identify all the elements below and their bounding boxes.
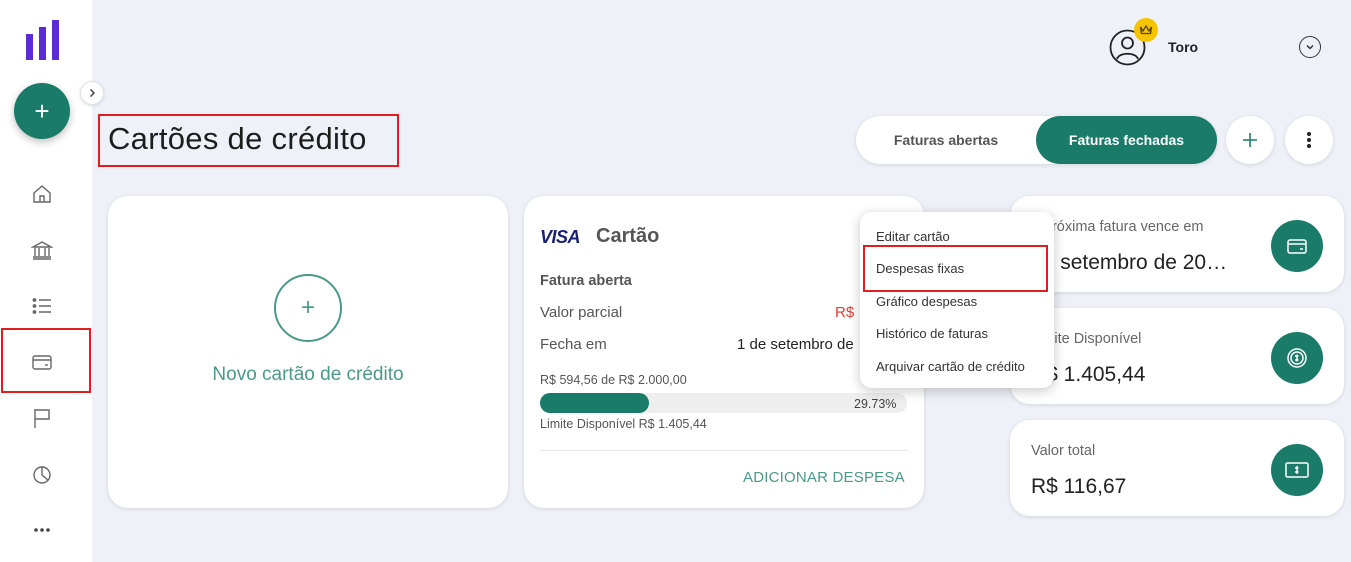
sidebar-item-home[interactable] <box>20 172 64 216</box>
menu-item-archive-card[interactable]: Arquivar cartão de crédito <box>876 359 1025 374</box>
closes-label: Fecha em <box>540 336 607 353</box>
chevron-right-icon <box>89 88 96 98</box>
card-context-menu: Editar cartão Despesas fixas Gráfico des… <box>860 212 1054 388</box>
partial-value: R$ <box>835 304 855 321</box>
sidebar-item-transactions[interactable] <box>20 284 64 328</box>
add-transaction-button[interactable]: + <box>14 83 70 139</box>
total-label: Valor total <box>1031 443 1096 459</box>
sidebar-item-goals[interactable] <box>20 396 64 440</box>
chevron-down-icon <box>1306 44 1314 50</box>
sidebar-item-reports[interactable] <box>20 452 64 496</box>
menu-item-expense-chart[interactable]: Gráfico despesas <box>876 294 977 309</box>
bank-icon <box>31 241 53 260</box>
usage-caption: R$ 594,56 de R$ 2.000,00 <box>540 373 687 387</box>
tab-closed-invoices[interactable]: Faturas fechadas <box>1036 116 1217 164</box>
sidebar: + <box>0 0 92 562</box>
closes-date: 1 de setembro de <box>737 336 854 353</box>
new-card-label: Novo cartão de crédito <box>212 364 404 385</box>
card-name: Cartão <box>596 225 660 247</box>
next-due-label: A próxima fatura vence em <box>1031 219 1204 235</box>
invoice-toggle: Faturas abertas Faturas fechadas <box>856 116 1217 164</box>
invoice-status: Fatura aberta <box>540 273 632 289</box>
usage-progress-bar <box>540 393 907 413</box>
more-options-button[interactable] <box>1285 116 1333 164</box>
sidebar-item-accounts[interactable] <box>20 228 64 272</box>
visa-logo: VISA <box>540 227 581 247</box>
add-card-button[interactable] <box>1226 116 1274 164</box>
sidebar-collapse-button[interactable] <box>80 81 104 105</box>
new-credit-card-button[interactable]: + Novo cartão de crédito <box>108 196 508 508</box>
menu-item-edit-card[interactable]: Editar cartão <box>876 229 950 244</box>
tab-open-invoices[interactable]: Faturas abertas <box>856 116 1036 164</box>
home-icon <box>33 185 51 203</box>
available-limit-card: Limite Disponível R$ 1.405,44 <box>1010 308 1344 404</box>
sidebar-item-more[interactable] <box>20 508 64 552</box>
user-menu-button[interactable] <box>1299 36 1321 58</box>
selected-nav-highlight <box>1 328 91 393</box>
available-limit: Limite Disponível R$ 1.405,44 <box>540 417 707 431</box>
page-title: Cartões de crédito <box>108 121 367 156</box>
list-icon <box>32 298 51 314</box>
partial-value-label: Valor parcial <box>540 304 623 321</box>
premium-crown-icon <box>1134 18 1158 42</box>
kebab-menu-icon <box>1307 132 1311 148</box>
plus-icon <box>1243 133 1257 147</box>
pie-chart-icon <box>33 466 51 484</box>
flag-icon <box>34 409 50 428</box>
plus-icon: + <box>274 274 342 342</box>
next-due-card: A próxima fatura vence em de setembro de… <box>1010 196 1344 292</box>
menu-item-invoice-history[interactable]: Histórico de faturas <box>876 326 988 341</box>
total-value: R$ 116,67 <box>1031 475 1127 498</box>
menu-item-fixed-expenses[interactable]: Despesas fixas <box>876 261 964 276</box>
next-due-value: de setembro de 20… <box>1031 251 1228 274</box>
user-name: Toro <box>1168 39 1199 55</box>
cash-icon <box>1271 444 1323 496</box>
total-value-card: Valor total R$ 116,67 <box>1010 420 1344 516</box>
divider <box>540 450 907 451</box>
more-icon <box>34 528 50 532</box>
app-logo <box>26 20 59 60</box>
usage-percent: 29.73% <box>854 397 897 411</box>
add-expense-button[interactable]: ADICIONAR DESPESA <box>743 469 905 486</box>
wallet-icon <box>1271 220 1323 272</box>
usage-progress-fill <box>540 393 650 413</box>
coin-icon <box>1271 332 1323 384</box>
